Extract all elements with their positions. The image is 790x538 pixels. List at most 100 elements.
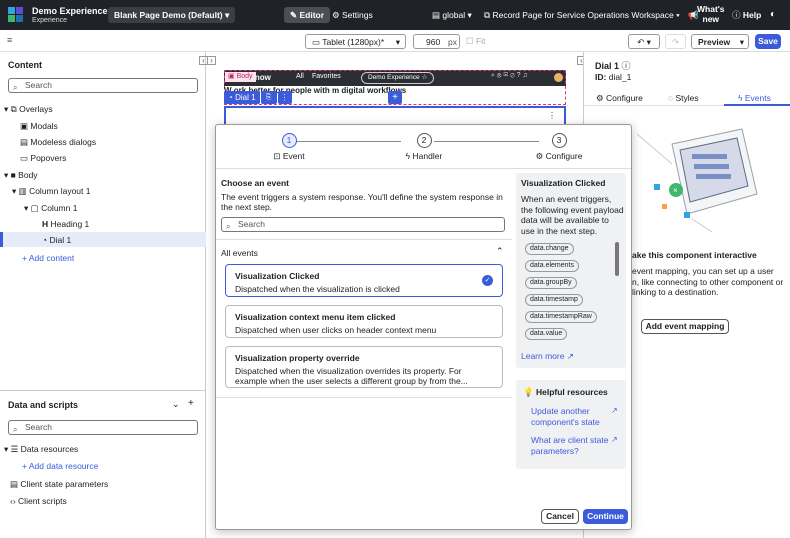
save-button[interactable]: Save xyxy=(755,34,781,49)
theme-toggle-icon[interactable]: ◐ xyxy=(770,7,776,23)
tree-item-popovers[interactable]: ▭ Popovers xyxy=(20,152,66,164)
event-search-input[interactable]: ⌕ Search xyxy=(221,217,505,232)
page-selector[interactable]: Blank Page Demo (Default) ▾ xyxy=(108,7,236,23)
add-data-resource-link[interactable]: + Add data resource xyxy=(22,460,98,472)
chevron-down-icon[interactable]: ⌄ xyxy=(172,399,180,410)
tree-label: Overlays xyxy=(19,104,53,114)
record-page-selector[interactable]: ⧉ Record Page for Service Operations Wor… xyxy=(484,7,680,23)
device-label: Tablet (1280px)* xyxy=(322,37,385,47)
event-mapping-modal: 1 ⊡ Event 2 ϟ Handler 3 ⚙ Configure Choo… xyxy=(215,124,632,530)
add-content-link[interactable]: + Add content xyxy=(22,252,74,264)
undo-button[interactable]: ↶ ▾ xyxy=(628,34,660,49)
dial-icon: ◔ xyxy=(228,93,233,102)
tree-item-body[interactable]: ▾ ■ Body xyxy=(4,169,38,181)
tree-item-heading[interactable]: H Heading 1 xyxy=(42,218,89,230)
more-icon[interactable]: ⋮ xyxy=(277,91,292,104)
tab-configure[interactable]: ⚙ Configure xyxy=(596,93,643,104)
interactive-desc: event mapping, you can set up a user n, … xyxy=(632,266,783,298)
tree-item-column[interactable]: ▾ ▢ Column 1 xyxy=(24,202,77,214)
payload-chip: data.timestamp xyxy=(525,294,583,306)
step-handler[interactable]: 2 ϟ Handler xyxy=(394,133,454,161)
tree-label: Data resources xyxy=(20,444,79,454)
scrollbar[interactable] xyxy=(615,242,619,276)
body-tag-label: Body xyxy=(236,73,253,80)
record-icon: ⧉ xyxy=(484,10,491,20)
preview-button[interactable]: Preview ▾ xyxy=(691,34,749,49)
width-input[interactable]: 960 px xyxy=(413,34,460,49)
search-icon: ⌕ xyxy=(13,425,18,434)
tree-label: Modeless dialogs xyxy=(30,137,97,147)
whats-new-button[interactable]: 📢 What's new xyxy=(688,4,725,26)
editor-button[interactable]: ✎ Editor xyxy=(284,7,331,23)
whats-new-label-2: new xyxy=(702,14,720,24)
tab-events[interactable]: ϟ Events xyxy=(724,90,790,106)
resource-link-client-state[interactable]: What are client state parameters? xyxy=(531,435,611,456)
tree-item-dial[interactable]: ◔ Dial 1 xyxy=(42,234,71,246)
external-link-icon: ↗ xyxy=(566,351,574,361)
plus-icon[interactable]: + xyxy=(188,398,194,409)
chevron-up-icon[interactable]: ⌃ xyxy=(496,246,504,257)
tree-item-column-layout[interactable]: ▾ ▥ Column layout 1 xyxy=(12,185,90,197)
info-icon[interactable]: ⓘ xyxy=(622,61,631,71)
resource-link-update-state[interactable]: Update another component's state xyxy=(531,406,607,427)
body-tag[interactable]: ▣ Body xyxy=(225,72,256,82)
tree-label: Modals xyxy=(30,121,58,131)
content-search-input[interactable]: ⌕ Search xyxy=(8,78,198,93)
tree-item-modals[interactable]: ▣ Modals xyxy=(20,120,58,132)
body-icon: ■ xyxy=(10,170,16,180)
heading-icon: H xyxy=(42,219,49,229)
step-configure[interactable]: 3 ⚙ Configure xyxy=(529,133,589,162)
panel-divider xyxy=(0,390,206,391)
event-option-property-override[interactable]: Visualization property override Dispatch… xyxy=(225,346,503,388)
event-desc: Dispatched when the visualization is cli… xyxy=(235,284,400,294)
tree-label: Dial 1 xyxy=(49,235,72,245)
add-event-mapping-button[interactable]: Add event mapping xyxy=(641,319,729,334)
state-icon: ▤ xyxy=(10,479,19,489)
caret-down-icon: ▾ xyxy=(4,444,9,454)
panel-tabs: ⚙ Configure ◌ Styles ϟ Events xyxy=(584,90,790,106)
collapse-canvas-left-icon[interactable]: › xyxy=(207,56,216,65)
continue-button[interactable]: Continue xyxy=(583,509,628,524)
tree-item-client-state[interactable]: ▤ Client state parameters xyxy=(10,478,108,490)
event-icon: ⊡ xyxy=(273,151,281,161)
id-value: dial_1 xyxy=(608,72,632,82)
undo-icon: ↶ ▾ xyxy=(637,37,651,47)
event-option-context-menu[interactable]: Visualization context menu item clicked … xyxy=(225,305,503,338)
tree-item-overlays[interactable]: ▾ ⧉ Overlays xyxy=(4,103,53,115)
cancel-button[interactable]: Cancel xyxy=(541,509,579,524)
tree-item-data-resources[interactable]: ▾ ☰ Data resources xyxy=(4,443,78,455)
divider xyxy=(216,239,512,240)
pencil-icon: ✎ xyxy=(290,10,298,20)
popover-icon: ▭ xyxy=(20,153,29,163)
fit-checkbox[interactable]: ☐ Fit xyxy=(466,36,485,47)
bolt-icon: ϟ xyxy=(738,93,743,103)
add-component-button[interactable]: + xyxy=(388,91,402,104)
code-icon: ‹› xyxy=(10,496,16,506)
dial-menu-icon[interactable]: ⋮ xyxy=(548,111,556,120)
scope-selector[interactable]: ▤ global ▾ xyxy=(432,7,472,23)
columns-icon: ▥ xyxy=(18,186,27,196)
dial-tag[interactable]: ◔ Dial 1 xyxy=(224,91,260,104)
learn-more-link[interactable]: Learn more ↗ xyxy=(521,351,574,362)
event-title: Visualization context menu item clicked xyxy=(235,312,396,322)
help-button[interactable]: ⓘ Help xyxy=(732,7,761,23)
redo-button[interactable]: ↷ xyxy=(665,34,686,49)
info-title: Visualization Clicked xyxy=(521,178,606,188)
bolt-icon: ϟ xyxy=(405,151,411,161)
tree-item-modeless[interactable]: ▤ Modeless dialogs xyxy=(20,136,96,148)
data-search-input[interactable]: ⌕ Search xyxy=(8,420,198,435)
step-label: Handler xyxy=(412,151,443,161)
tree-label: Client state parameters xyxy=(20,479,109,489)
tab-styles[interactable]: ◌ Styles xyxy=(668,93,699,103)
payload-chip: data.groupBy xyxy=(525,277,577,289)
step-event[interactable]: 1 ⊡ Event xyxy=(259,133,319,162)
link-icon[interactable]: ⎘ xyxy=(260,91,277,104)
collapse-panel-icon[interactable]: ≡ xyxy=(7,35,12,45)
event-option-visualization-clicked[interactable]: Visualization Clicked Dispatched when th… xyxy=(225,264,503,297)
tree-item-client-scripts[interactable]: ‹› Client scripts xyxy=(10,495,67,507)
settings-button[interactable]: ⚙ Settings xyxy=(332,7,373,23)
interactive-title: ake this component interactive xyxy=(632,250,757,260)
device-select[interactable]: ▭ Tablet (1280px)* ▾ xyxy=(305,34,406,49)
external-link-icon: ↗ xyxy=(611,435,618,444)
editor-label: Editor xyxy=(299,10,325,20)
